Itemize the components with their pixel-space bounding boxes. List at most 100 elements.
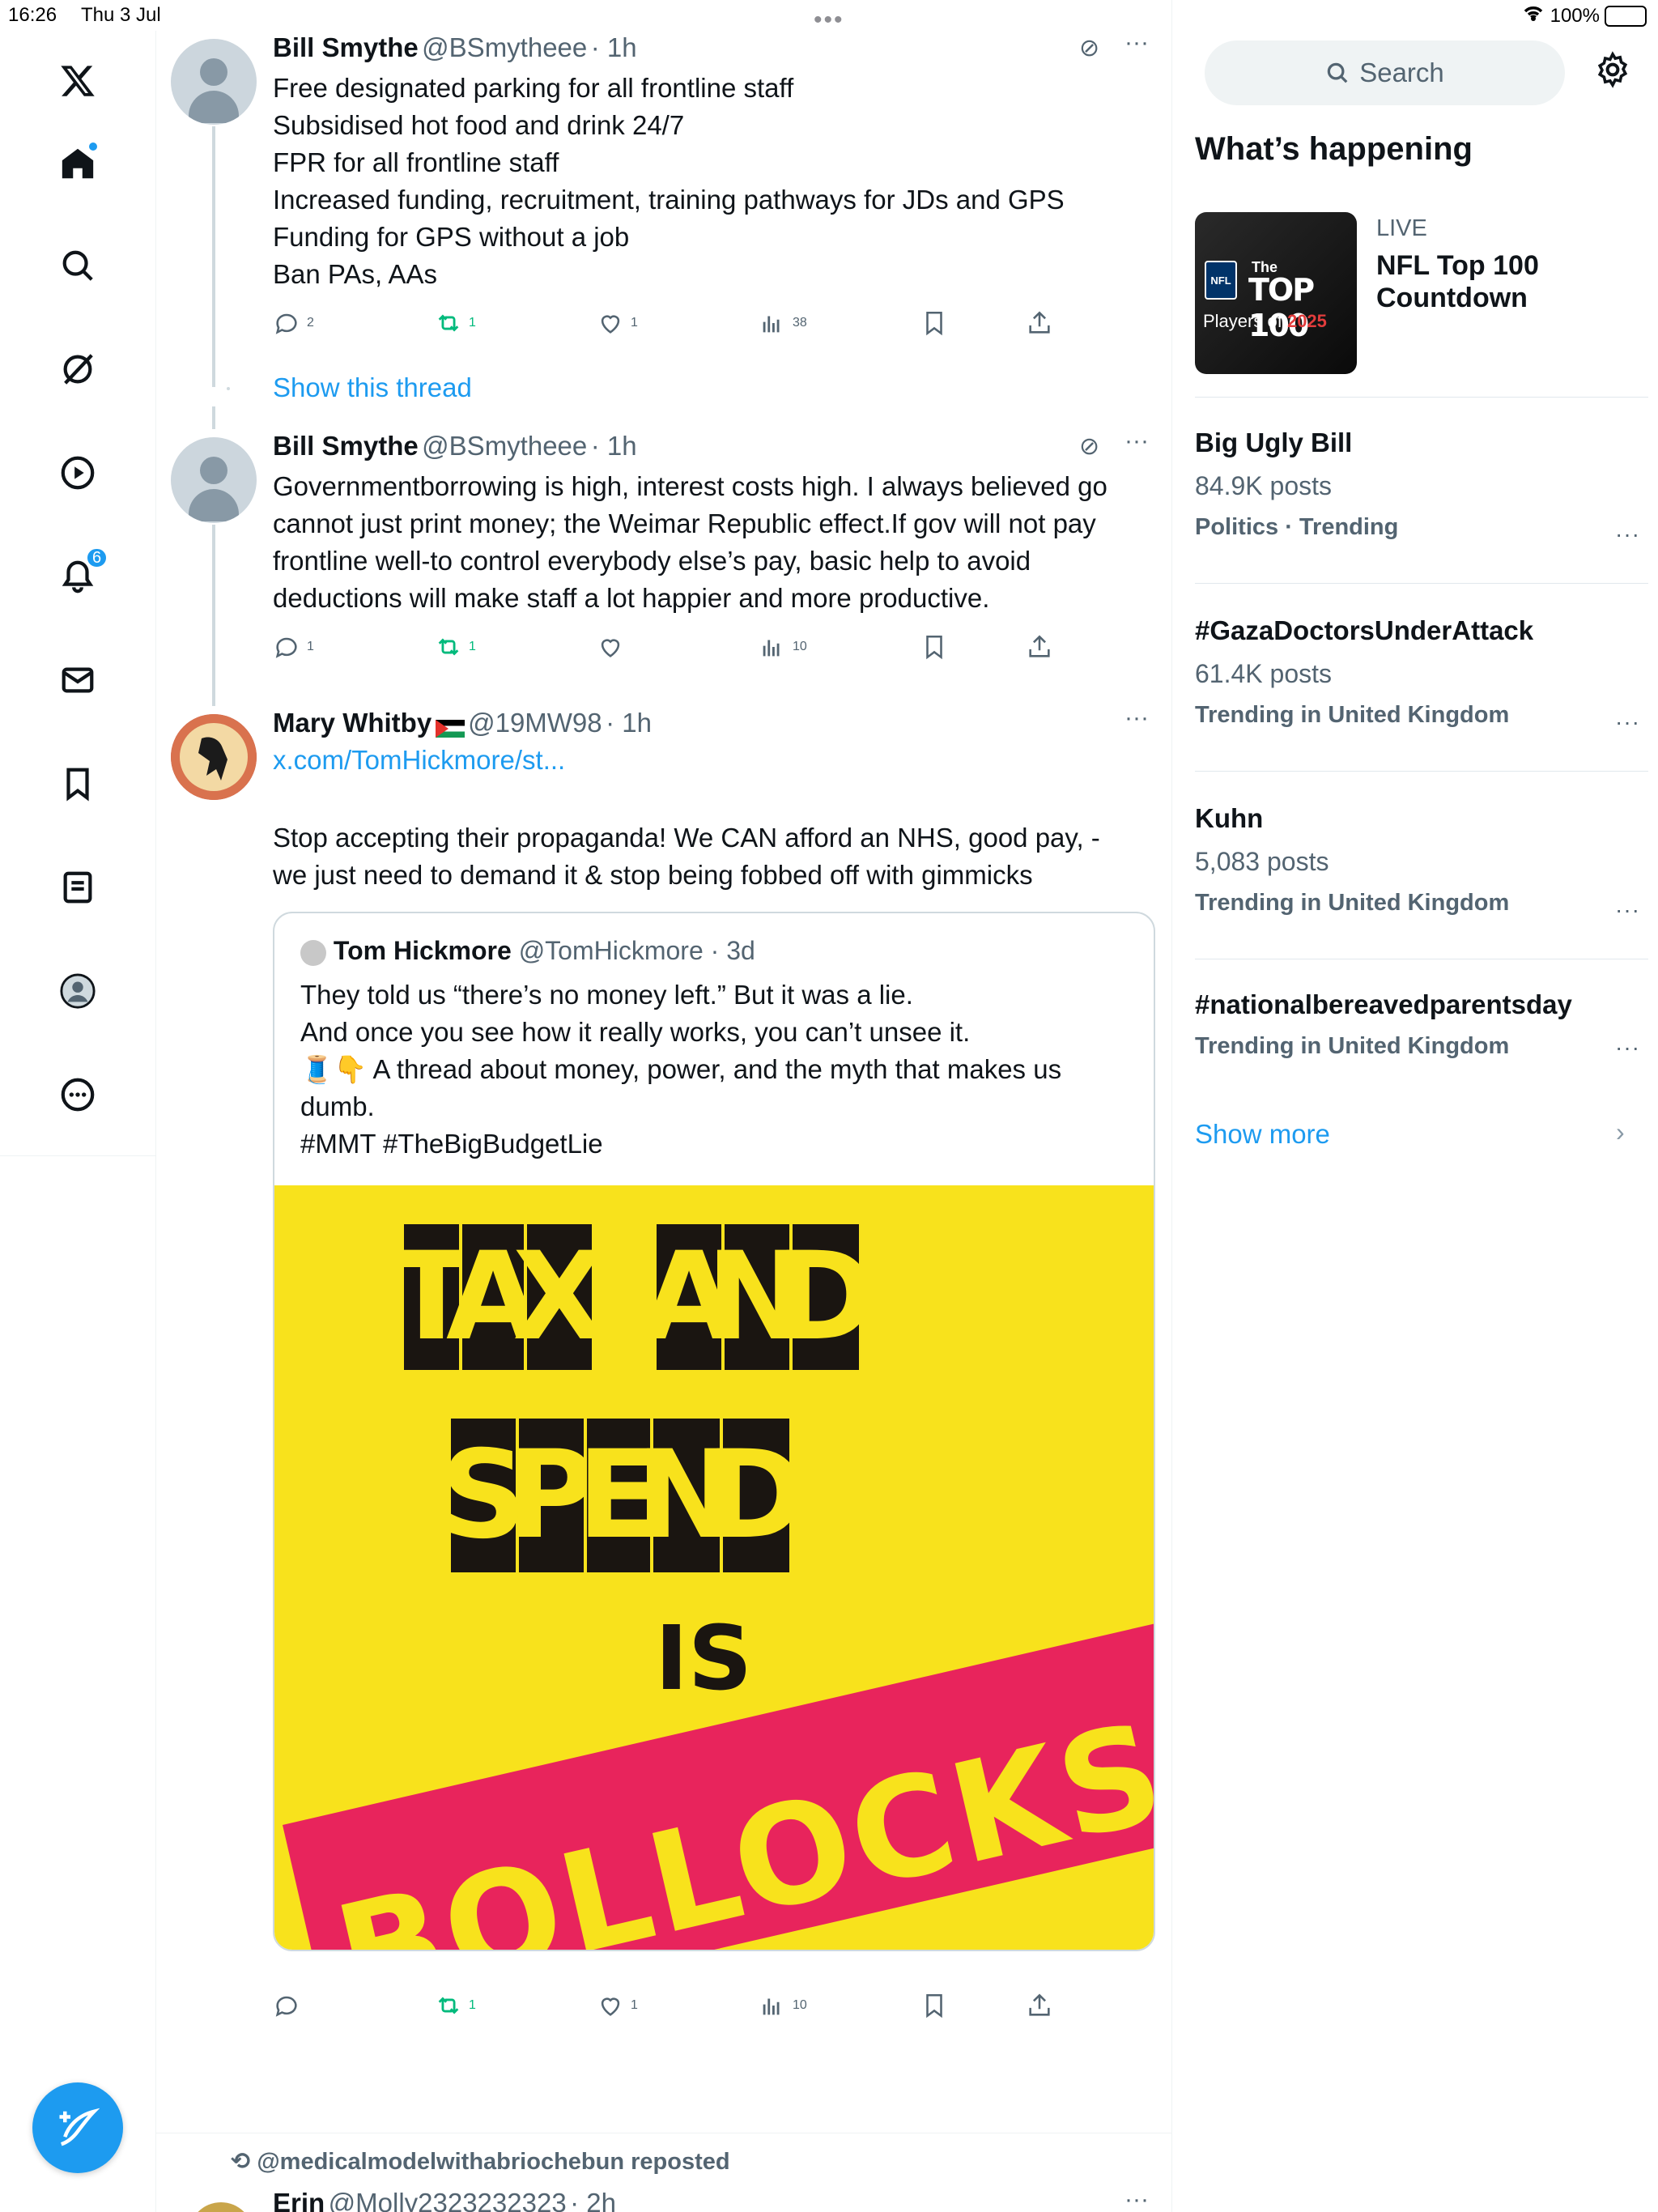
tweet-1[interactable]: Bill Smythe @BSmytheee · 1h ⊘ ··· Free d… (156, 29, 1172, 387)
tweet-time[interactable]: · 1h (606, 708, 652, 738)
bookmark-button[interactable] (920, 1992, 948, 2019)
show-thread-link[interactable]: Show this thread (273, 372, 472, 403)
tweet-author-handle[interactable]: @19MW98 (468, 708, 602, 738)
bookmark-button[interactable] (920, 309, 948, 337)
thread-gap (227, 387, 230, 390)
thread-connector (212, 525, 215, 706)
bookmark-icon (926, 1993, 942, 2018)
tweet-link[interactable]: x.com/TomHickmore/st... (273, 745, 565, 776)
trend-title: Big Ugly Bill (1195, 428, 1353, 457)
share-button[interactable] (1026, 633, 1053, 661)
trend-item[interactable]: #GazaDoctorsUnderAttack 61.4K posts Tren… (1195, 615, 1648, 745)
search-placeholder: Search (1359, 57, 1444, 87)
thread-connector-top (212, 682, 215, 690)
repost-button[interactable]: 1 (435, 633, 476, 661)
reply-button[interactable] (273, 1992, 307, 2019)
tweet-time[interactable]: · 1h (591, 431, 637, 461)
quoted-poster-image[interactable]: T A X A N D S P E N D IS BOLLOCKS! (274, 1185, 1154, 1950)
trend-more-icon[interactable]: ··· (1615, 897, 1640, 923)
trend-context: Trending in United Kingdom (1195, 890, 1510, 916)
tweet-more-icon[interactable]: ··· (1124, 428, 1149, 455)
x-logo-icon[interactable] (49, 52, 107, 110)
grok-explain-icon[interactable]: ⊘ (1079, 34, 1099, 62)
tweet-author-handle[interactable]: @BSmytheee (422, 431, 587, 461)
quoted-time[interactable]: · 3d (711, 936, 755, 965)
thread-connector (212, 126, 215, 387)
trend-more-icon[interactable]: ··· (1615, 709, 1640, 735)
trend-more-icon[interactable]: ··· (1615, 521, 1640, 547)
chevron-right-icon: › (1616, 1117, 1625, 1146)
compose-post-button[interactable] (32, 2082, 123, 2173)
repost-context: ⟲ @medicalmodelwithabriochebun reposted (231, 2149, 730, 2175)
grok-explain-icon[interactable]: ⊘ (1079, 432, 1099, 461)
reply-button[interactable]: 1 (273, 633, 314, 661)
messages-icon[interactable] (49, 651, 107, 709)
share-button[interactable] (1026, 309, 1053, 337)
tweet-3[interactable]: Mary Whitby @19MW98 · 1h ··· x.com/TomHi… (156, 682, 1172, 2123)
video-icon[interactable] (49, 444, 107, 502)
tweet-time[interactable]: · 2h (570, 2188, 616, 2212)
heart-icon (601, 639, 620, 657)
tweet-actions: 2 1 1 38 (273, 309, 1163, 342)
like-button[interactable] (597, 633, 631, 661)
more-options-icon[interactable] (49, 1066, 107, 1124)
repost-button[interactable]: 1 (435, 1992, 476, 2019)
tweet-author-name[interactable]: Erin (273, 2188, 325, 2212)
trend-divider (1195, 583, 1648, 584)
reply-button[interactable]: 2 (273, 309, 314, 337)
right-sidebar: Search What’s happening NFL The TOP 100 … (1172, 0, 1658, 2212)
avatar[interactable] (171, 714, 257, 800)
share-button[interactable] (1026, 1992, 1053, 2019)
left-navigation-spacer (0, 1156, 156, 2212)
reply-icon (275, 637, 297, 658)
tweet-author-handle[interactable]: @BSmytheee (422, 32, 587, 62)
tweet-author-name[interactable]: Mary Whitby (273, 708, 432, 738)
live-tag: LIVE (1376, 215, 1427, 241)
home-icon[interactable] (49, 134, 107, 193)
quoted-tweet-card[interactable]: Tom Hickmore @TomHickmore · 3d They told… (273, 912, 1155, 1951)
trend-item[interactable]: Big Ugly Bill 84.9K posts Politics · Tre… (1195, 428, 1648, 557)
quoted-author-handle[interactable]: @TomHickmore (519, 936, 704, 965)
tweet-more-icon[interactable]: ··· (1124, 2186, 1149, 2212)
tweet-4[interactable]: ⟲ @medicalmodelwithabriochebun reposted … (156, 2147, 1172, 2212)
avatar[interactable] (189, 2202, 253, 2212)
repost-button[interactable]: 1 (435, 309, 476, 337)
live-event-item[interactable]: NFL The TOP 100 Players of 2025 LIVE NFL… (1195, 212, 1648, 381)
trend-item[interactable]: Kuhn 5,083 posts Trending in United King… (1195, 803, 1648, 933)
tweet-2[interactable]: Bill Smythe @BSmytheee · 1h ⊘ ··· Govern… (156, 406, 1172, 706)
lists-icon[interactable] (49, 858, 107, 917)
tweet-time[interactable]: · 1h (591, 32, 637, 62)
avatar[interactable] (171, 39, 257, 125)
tweet-author-name[interactable]: Bill Smythe (273, 431, 419, 461)
tweet-more-icon[interactable]: ··· (1124, 29, 1149, 57)
grok-icon[interactable] (49, 340, 107, 398)
views-button[interactable]: 10 (759, 1992, 807, 2019)
search-icon[interactable] (49, 236, 107, 295)
tweet-text: Governmentborrowing is high, interest co… (273, 471, 1107, 613)
views-button[interactable]: 38 (759, 309, 807, 337)
poster-letter: X (512, 1224, 606, 1370)
show-more-link[interactable]: Show more (1195, 1119, 1330, 1150)
quoted-author-name[interactable]: Tom Hickmore (334, 936, 512, 965)
like-button[interactable]: 1 (597, 309, 638, 337)
bookmark-button[interactable] (920, 633, 948, 661)
views-button[interactable]: 10 (759, 633, 807, 661)
trend-item[interactable]: #nationalbereavedparentsday Trending in … (1195, 989, 1648, 1078)
tweet-author-name[interactable]: Bill Smythe (273, 32, 419, 62)
repost-small-icon: ⟲ (231, 2149, 251, 2175)
tweet-actions: 1 1 10 (273, 633, 1163, 666)
trend-title: #nationalbereavedparentsday (1195, 989, 1572, 1019)
avatar[interactable] (171, 437, 257, 523)
trend-context: Trending in United Kingdom (1195, 702, 1510, 728)
trend-post-count: 84.9K posts (1195, 471, 1332, 500)
poster-letter: D (706, 1419, 806, 1572)
notifications-icon[interactable]: 6 (49, 547, 108, 606)
settings-gear-icon[interactable] (1593, 50, 1632, 93)
profile-avatar-icon[interactable] (49, 962, 107, 1020)
like-button[interactable]: 1 (597, 1992, 638, 2019)
trend-more-icon[interactable]: ··· (1615, 1035, 1640, 1061)
tweet-more-icon[interactable]: ··· (1124, 704, 1149, 732)
search-input[interactable]: Search (1205, 40, 1565, 105)
bookmarks-icon[interactable] (49, 755, 107, 813)
tweet-author-handle[interactable]: @Molly2323232323 (329, 2188, 567, 2212)
